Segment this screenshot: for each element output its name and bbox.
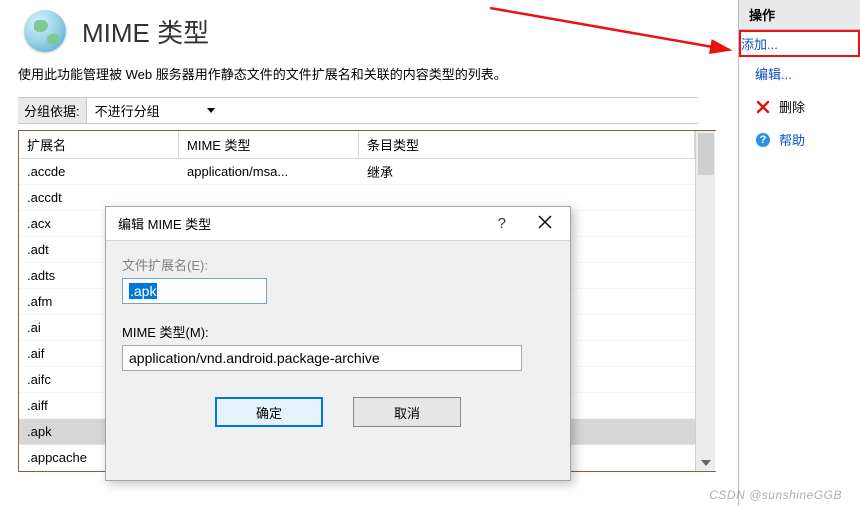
- globe-icon: [24, 10, 66, 52]
- cell-mime: application/msa...: [179, 162, 359, 181]
- grouping-selected: 不进行分组: [95, 101, 160, 120]
- action-delete-label: 删除: [779, 97, 805, 116]
- close-icon: [538, 215, 552, 229]
- ext-input[interactable]: .apk: [122, 278, 267, 304]
- action-add-label: 添加...: [741, 34, 778, 53]
- cell-mime: [179, 196, 359, 200]
- cancel-button[interactable]: 取消: [353, 397, 461, 427]
- delete-icon: [755, 99, 771, 115]
- grouping-bar: 分组依据: 不进行分组: [18, 97, 698, 124]
- grouping-label: 分组依据:: [18, 98, 87, 123]
- scroll-thumb[interactable]: [698, 133, 714, 175]
- ext-input-value: .apk: [129, 283, 157, 299]
- cell-extension: .accde: [19, 162, 179, 181]
- action-edit-label: 编辑...: [755, 64, 792, 83]
- actions-pane: 操作 添加... 编辑... 删除 ? 帮助: [738, 0, 860, 506]
- watermark: CSDN @sunshineGGB: [709, 488, 842, 502]
- grouping-dropdown[interactable]: 不进行分组: [91, 98, 221, 123]
- table-header: 扩展名 MIME 类型 条目类型: [19, 131, 695, 159]
- th-extension[interactable]: 扩展名: [19, 131, 179, 158]
- chevron-down-icon: [207, 108, 215, 113]
- dialog-titlebar[interactable]: 编辑 MIME 类型 ?: [106, 207, 570, 241]
- page-title: MIME 类型: [82, 13, 209, 50]
- action-help-label: 帮助: [779, 130, 805, 149]
- action-delete[interactable]: 删除: [739, 90, 860, 123]
- page-description: 使用此功能管理被 Web 服务器用作静态文件的文件扩展名和关联的内容类型的列表。: [18, 64, 717, 83]
- ok-button[interactable]: 确定: [215, 397, 323, 427]
- dialog-title: 编辑 MIME 类型: [118, 214, 211, 233]
- th-entry[interactable]: 条目类型: [359, 131, 695, 158]
- vertical-scrollbar[interactable]: [695, 131, 715, 471]
- mime-field-label: MIME 类型(M):: [122, 322, 554, 341]
- dialog-help-button[interactable]: ?: [490, 215, 514, 232]
- scroll-down-icon[interactable]: [701, 460, 711, 466]
- dialog-close-button[interactable]: [528, 215, 562, 232]
- mime-input[interactable]: application/vnd.android.package-archive: [122, 345, 522, 371]
- th-mime[interactable]: MIME 类型: [179, 131, 359, 158]
- cell-extension: .accdt: [19, 188, 179, 207]
- mime-input-value: application/vnd.android.package-archive: [129, 350, 380, 366]
- action-add[interactable]: 添加...: [739, 30, 860, 57]
- cell-entry: [359, 196, 695, 200]
- action-help[interactable]: ? 帮助: [739, 123, 860, 156]
- actions-header: 操作: [739, 0, 860, 30]
- cell-entry: 继承: [359, 160, 695, 183]
- edit-mime-dialog: 编辑 MIME 类型 ? 文件扩展名(E): .apk MIME 类型(M): …: [105, 206, 571, 481]
- table-row[interactable]: .accdeapplication/msa...继承: [19, 159, 695, 185]
- page-header: MIME 类型: [24, 10, 717, 52]
- help-icon: ?: [755, 132, 771, 148]
- ext-field-label: 文件扩展名(E):: [122, 255, 554, 274]
- action-edit[interactable]: 编辑...: [739, 57, 860, 90]
